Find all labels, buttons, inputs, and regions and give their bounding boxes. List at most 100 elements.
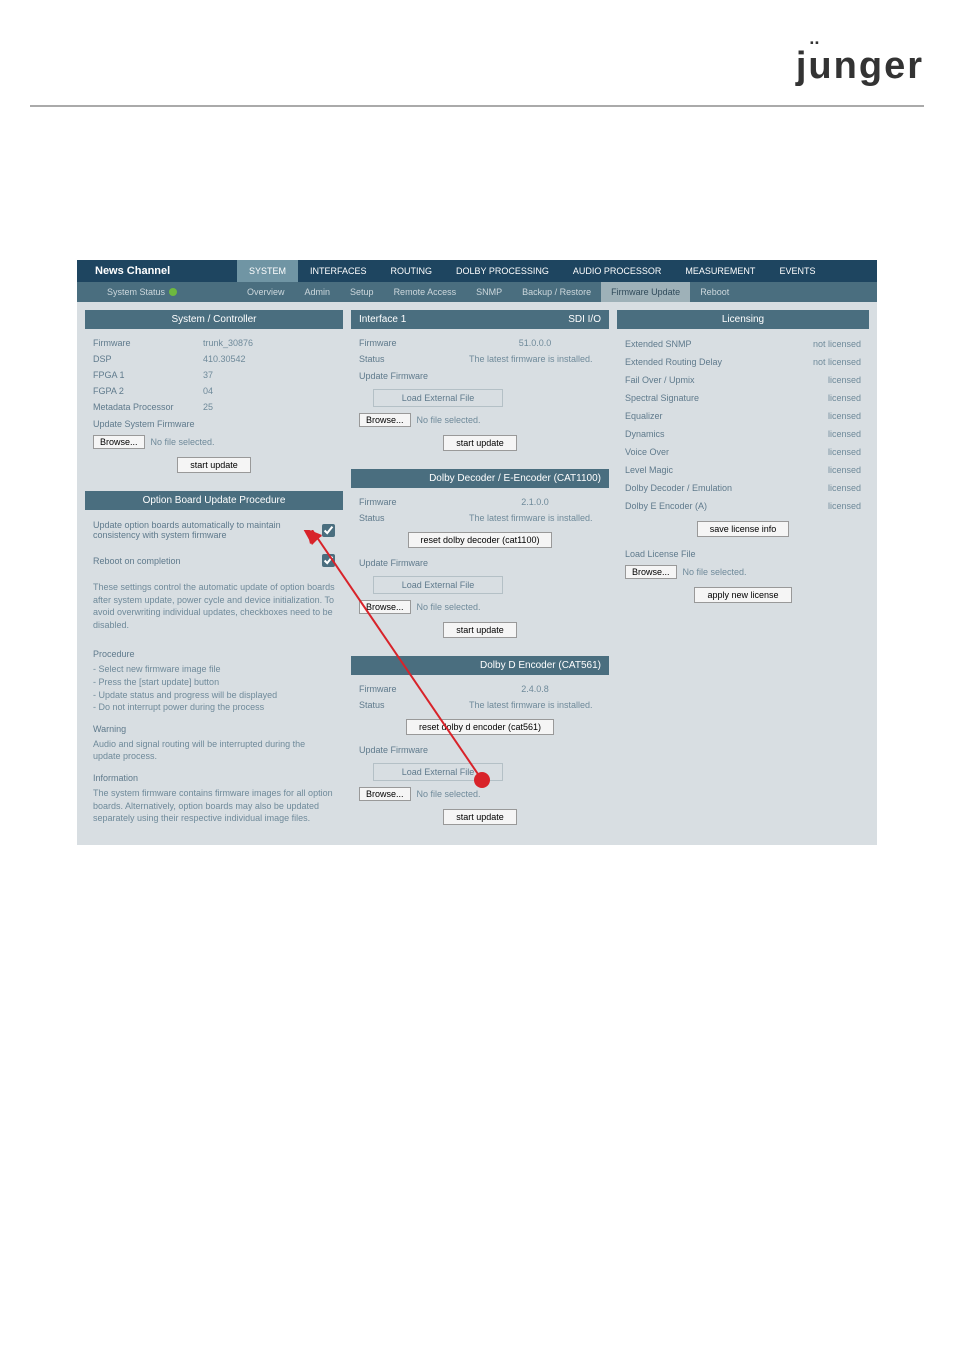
subtab-setup[interactable]: Setup xyxy=(340,282,384,302)
license-row: Dynamicslicensed xyxy=(625,425,861,443)
browse-button[interactable]: Browse... xyxy=(359,600,411,614)
license-state: licensed xyxy=(828,447,861,457)
update-firmware-link[interactable]: Update Firmware xyxy=(359,367,601,385)
license-row: Voice Overlicensed xyxy=(625,443,861,461)
load-external-file-label: Load External File xyxy=(373,763,503,781)
reset-dolby-d-encoder-button[interactable]: reset dolby d encoder (cat561) xyxy=(406,719,554,735)
option-board-panel: Option Board Update Procedure Update opt… xyxy=(85,491,343,641)
panel-title: Licensing xyxy=(625,314,861,325)
firmware-value: trunk_30876 xyxy=(203,338,335,348)
license-name: Equalizer xyxy=(625,411,828,421)
license-state: licensed xyxy=(828,501,861,511)
subtab-admin[interactable]: Admin xyxy=(295,282,341,302)
procedure-title: Procedure xyxy=(93,649,335,659)
license-name: Level Magic xyxy=(625,465,828,475)
reboot-label: Reboot on completion xyxy=(93,556,322,566)
firmware-label: Firmware xyxy=(93,338,203,348)
option-note: These settings control the automatic upd… xyxy=(93,577,335,635)
license-name: Fail Over / Upmix xyxy=(625,375,828,385)
no-file-label: No file selected. xyxy=(417,415,481,425)
panel-title: System / Controller xyxy=(93,314,335,325)
panel-title: Dolby D Encoder (CAT561) xyxy=(359,660,601,671)
start-update-button[interactable]: start update xyxy=(177,457,251,473)
subtab-firmware-update[interactable]: Firmware Update xyxy=(601,282,690,302)
license-row: Level Magiclicensed xyxy=(625,461,861,479)
license-name: Dolby E Encoder (A) xyxy=(625,501,828,511)
status-label: Status xyxy=(359,354,469,364)
auto-update-checkbox[interactable] xyxy=(322,524,335,537)
browse-button[interactable]: Browse... xyxy=(625,565,677,579)
dsp-value: 410.30542 xyxy=(203,354,335,364)
tab-interfaces[interactable]: INTERFACES xyxy=(298,260,379,282)
tab-audio-processor[interactable]: AUDIO PROCESSOR xyxy=(561,260,674,282)
apply-new-license-button[interactable]: apply new license xyxy=(694,587,791,603)
license-state: licensed xyxy=(828,465,861,475)
update-firmware-link[interactable]: Update Firmware xyxy=(359,741,601,759)
browse-button[interactable]: Browse... xyxy=(93,435,145,449)
license-state: licensed xyxy=(828,429,861,439)
tab-events[interactable]: EVENTS xyxy=(767,260,827,282)
panel-title: Option Board Update Procedure xyxy=(93,495,335,506)
status-label: Status xyxy=(359,513,469,523)
subtab-backup-restore[interactable]: Backup / Restore xyxy=(512,282,601,302)
subtab-reboot[interactable]: Reboot xyxy=(690,282,739,302)
interface1-panel: Interface 1SDI I/O Firmware51.0.0.0 Stat… xyxy=(351,310,609,463)
no-file-label: No file selected. xyxy=(417,789,481,799)
subtab-remote-access[interactable]: Remote Access xyxy=(384,282,467,302)
dolby-decoder-panel: Dolby Decoder / E-Encoder (CAT1100) Firm… xyxy=(351,469,609,650)
app-window: News Channel SYSTEM INTERFACES ROUTING D… xyxy=(77,260,877,845)
device-name: News Channel xyxy=(77,265,237,277)
firmware-label: Firmware xyxy=(359,497,469,507)
divider xyxy=(30,105,924,107)
status-value: The latest firmware is installed. xyxy=(469,354,601,364)
no-file-label: No file selected. xyxy=(417,602,481,612)
dsp-label: DSP xyxy=(93,354,203,364)
procedure-text: - Select new firmware image file - Press… xyxy=(93,659,335,717)
licensing-panel: Licensing Extended SNMPnot licensedExten… xyxy=(617,310,869,615)
fpga2-value: 04 xyxy=(203,386,335,396)
meta-value: 25 xyxy=(203,402,335,412)
main-tab-bar: News Channel SYSTEM INTERFACES ROUTING D… xyxy=(77,260,877,282)
status-value: The latest firmware is installed. xyxy=(469,700,601,710)
tab-system[interactable]: SYSTEM xyxy=(237,260,298,282)
browse-button[interactable]: Browse... xyxy=(359,413,411,427)
status-value: The latest firmware is installed. xyxy=(469,513,601,523)
load-external-file-label: Load External File xyxy=(373,576,503,594)
tab-dolby-processing[interactable]: DOLBY PROCESSING xyxy=(444,260,561,282)
license-row: Spectral Signaturelicensed xyxy=(625,389,861,407)
license-state: licensed xyxy=(828,393,861,403)
brand-logo: ju¨nger xyxy=(796,45,924,88)
panel-right: SDI I/O xyxy=(568,314,601,325)
license-name: Spectral Signature xyxy=(625,393,828,403)
save-license-info-button[interactable]: save license info xyxy=(697,521,790,537)
subtab-overview[interactable]: Overview xyxy=(237,282,295,302)
license-name: Dolby Decoder / Emulation xyxy=(625,483,828,493)
license-row: Fail Over / Upmixlicensed xyxy=(625,371,861,389)
license-row: Extended Routing Delaynot licensed xyxy=(625,353,861,371)
firmware-label: Firmware xyxy=(359,338,469,348)
update-system-firmware-link[interactable]: Update System Firmware xyxy=(93,415,335,433)
info-text: The system firmware contains firmware im… xyxy=(93,783,335,829)
license-name: Dynamics xyxy=(625,429,828,439)
start-update-button[interactable]: start update xyxy=(443,809,517,825)
license-row: Dolby Decoder / Emulationlicensed xyxy=(625,479,861,497)
tab-routing[interactable]: ROUTING xyxy=(379,260,445,282)
browse-button[interactable]: Browse... xyxy=(359,787,411,801)
firmware-value: 2.4.0.8 xyxy=(469,684,601,694)
tab-measurement[interactable]: MEASUREMENT xyxy=(673,260,767,282)
content-area: System / Controller Firmwaretrunk_30876 … xyxy=(77,302,877,845)
warning-title: Warning xyxy=(93,724,335,734)
reboot-checkbox[interactable] xyxy=(322,554,335,567)
license-state: not licensed xyxy=(813,339,861,349)
sub-tab-bar: System Status Overview Admin Setup Remot… xyxy=(77,282,877,302)
auto-update-label: Update option boards automatically to ma… xyxy=(93,520,322,540)
reset-dolby-decoder-button[interactable]: reset dolby decoder (cat1100) xyxy=(408,532,553,548)
update-firmware-link[interactable]: Update Firmware xyxy=(359,554,601,572)
warning-text: Audio and signal routing will be interru… xyxy=(93,734,335,767)
start-update-button[interactable]: start update xyxy=(443,435,517,451)
subtab-snmp[interactable]: SNMP xyxy=(466,282,512,302)
status-dot-icon xyxy=(169,288,177,296)
status-label: System Status xyxy=(107,287,165,297)
load-license-file-label: Load License File xyxy=(625,545,861,563)
start-update-button[interactable]: start update xyxy=(443,622,517,638)
